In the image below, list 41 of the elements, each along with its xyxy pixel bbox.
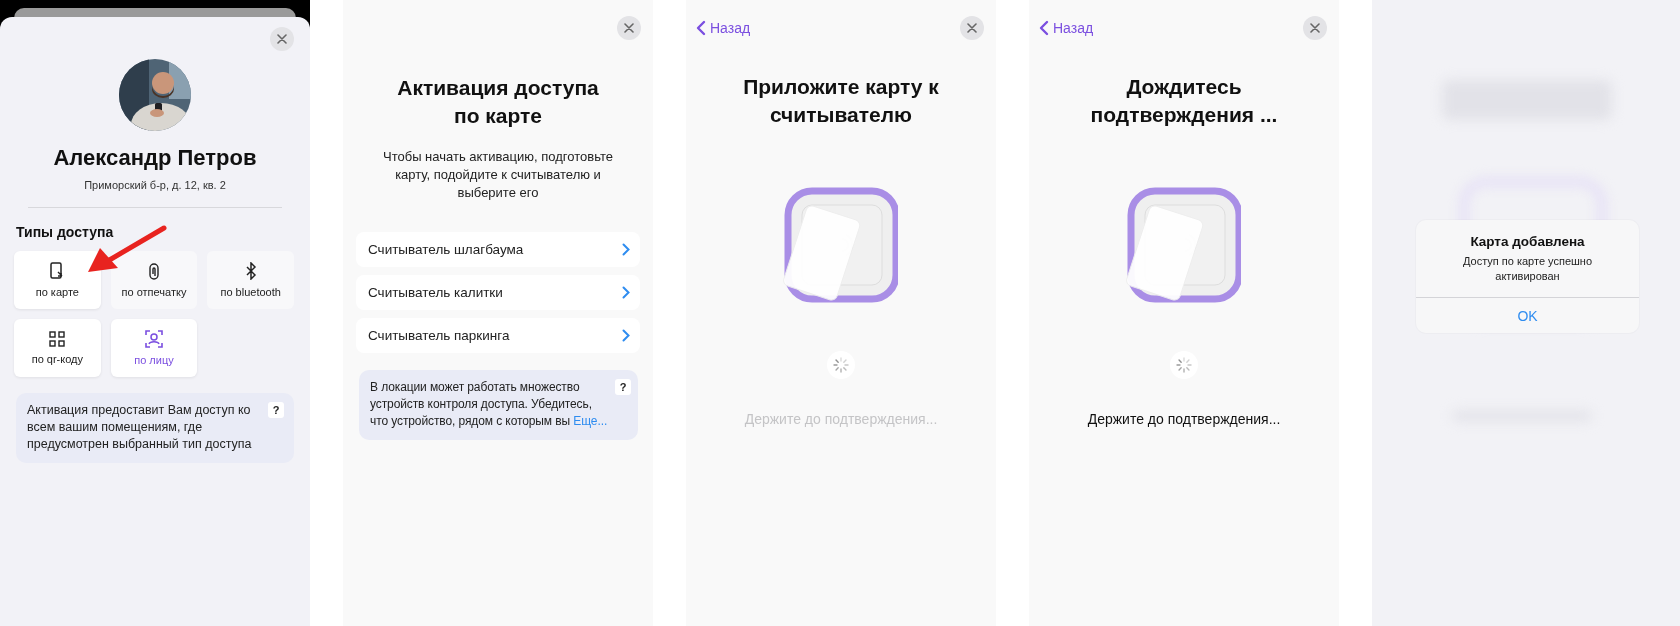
chevron-left-icon: [1039, 20, 1049, 36]
chevron-right-icon: [622, 329, 630, 342]
back-button[interactable]: Назад: [1039, 20, 1094, 36]
close-icon: [1310, 23, 1320, 33]
close-button[interactable]: [270, 27, 294, 51]
reader-list-item[interactable]: Считыватель шлагбаума: [356, 232, 640, 267]
access-type-tile[interactable]: по лицу: [110, 319, 198, 377]
screen-title: Приложите карту к считывателю: [742, 74, 940, 128]
hint-text: Держите до подтверждения...: [1087, 411, 1281, 427]
close-button[interactable]: [1303, 16, 1327, 40]
user-name: Александр Петров: [53, 145, 257, 171]
face-scan-icon: [145, 330, 163, 348]
close-icon: [967, 23, 977, 33]
screen-title: Активация доступа по карте: [396, 75, 600, 129]
chevron-right-icon: [622, 286, 630, 299]
close-button[interactable]: [617, 16, 641, 40]
reader-list-item[interactable]: Считыватель калитки: [356, 275, 640, 310]
section-title: Типы доступа: [16, 224, 114, 240]
alert-message: Доступ по карте успешно активирован: [1461, 254, 1594, 284]
user-address: Приморский б-р, д. 12, кв. 2: [84, 179, 226, 191]
reader-list-item[interactable]: Считыватель паркинга: [356, 318, 640, 353]
chevron-right-icon: [622, 243, 630, 256]
info-text: В локации может работать множество устройств контроля доступа. Убедитесь, что устройство, рядом с которым вы Еще...: [370, 379, 609, 430]
screen-title: Дождитесь подтверждения ...: [1089, 74, 1279, 128]
bluetooth-icon: [244, 262, 257, 280]
access-type-tile[interactable]: по qr-коду: [14, 319, 101, 377]
loading-spinner-icon: [1169, 350, 1199, 380]
chevron-left-icon: [696, 20, 706, 36]
back-button[interactable]: Назад: [696, 20, 751, 36]
fingerprint-icon: [147, 262, 161, 280]
close-icon: [624, 23, 634, 33]
info-text: Активация предоставит Вам доступ ко всем вашим помещениям, где предусмотрен выбранный тип доступа: [27, 402, 253, 453]
help-button[interactable]: ?: [268, 402, 284, 418]
help-button[interactable]: ?: [615, 379, 631, 395]
loading-spinner-icon: [826, 350, 856, 380]
close-icon: [277, 34, 287, 44]
description-text: Чтобы начать активацию, подготовьте карту, подойдите к считывателю и выберите его: [382, 148, 614, 202]
close-button[interactable]: [960, 16, 984, 40]
access-type-tile[interactable]: по карте: [14, 251, 101, 309]
qr-code-icon: [49, 331, 66, 347]
alert-title: Карта добавлена: [1470, 234, 1585, 249]
